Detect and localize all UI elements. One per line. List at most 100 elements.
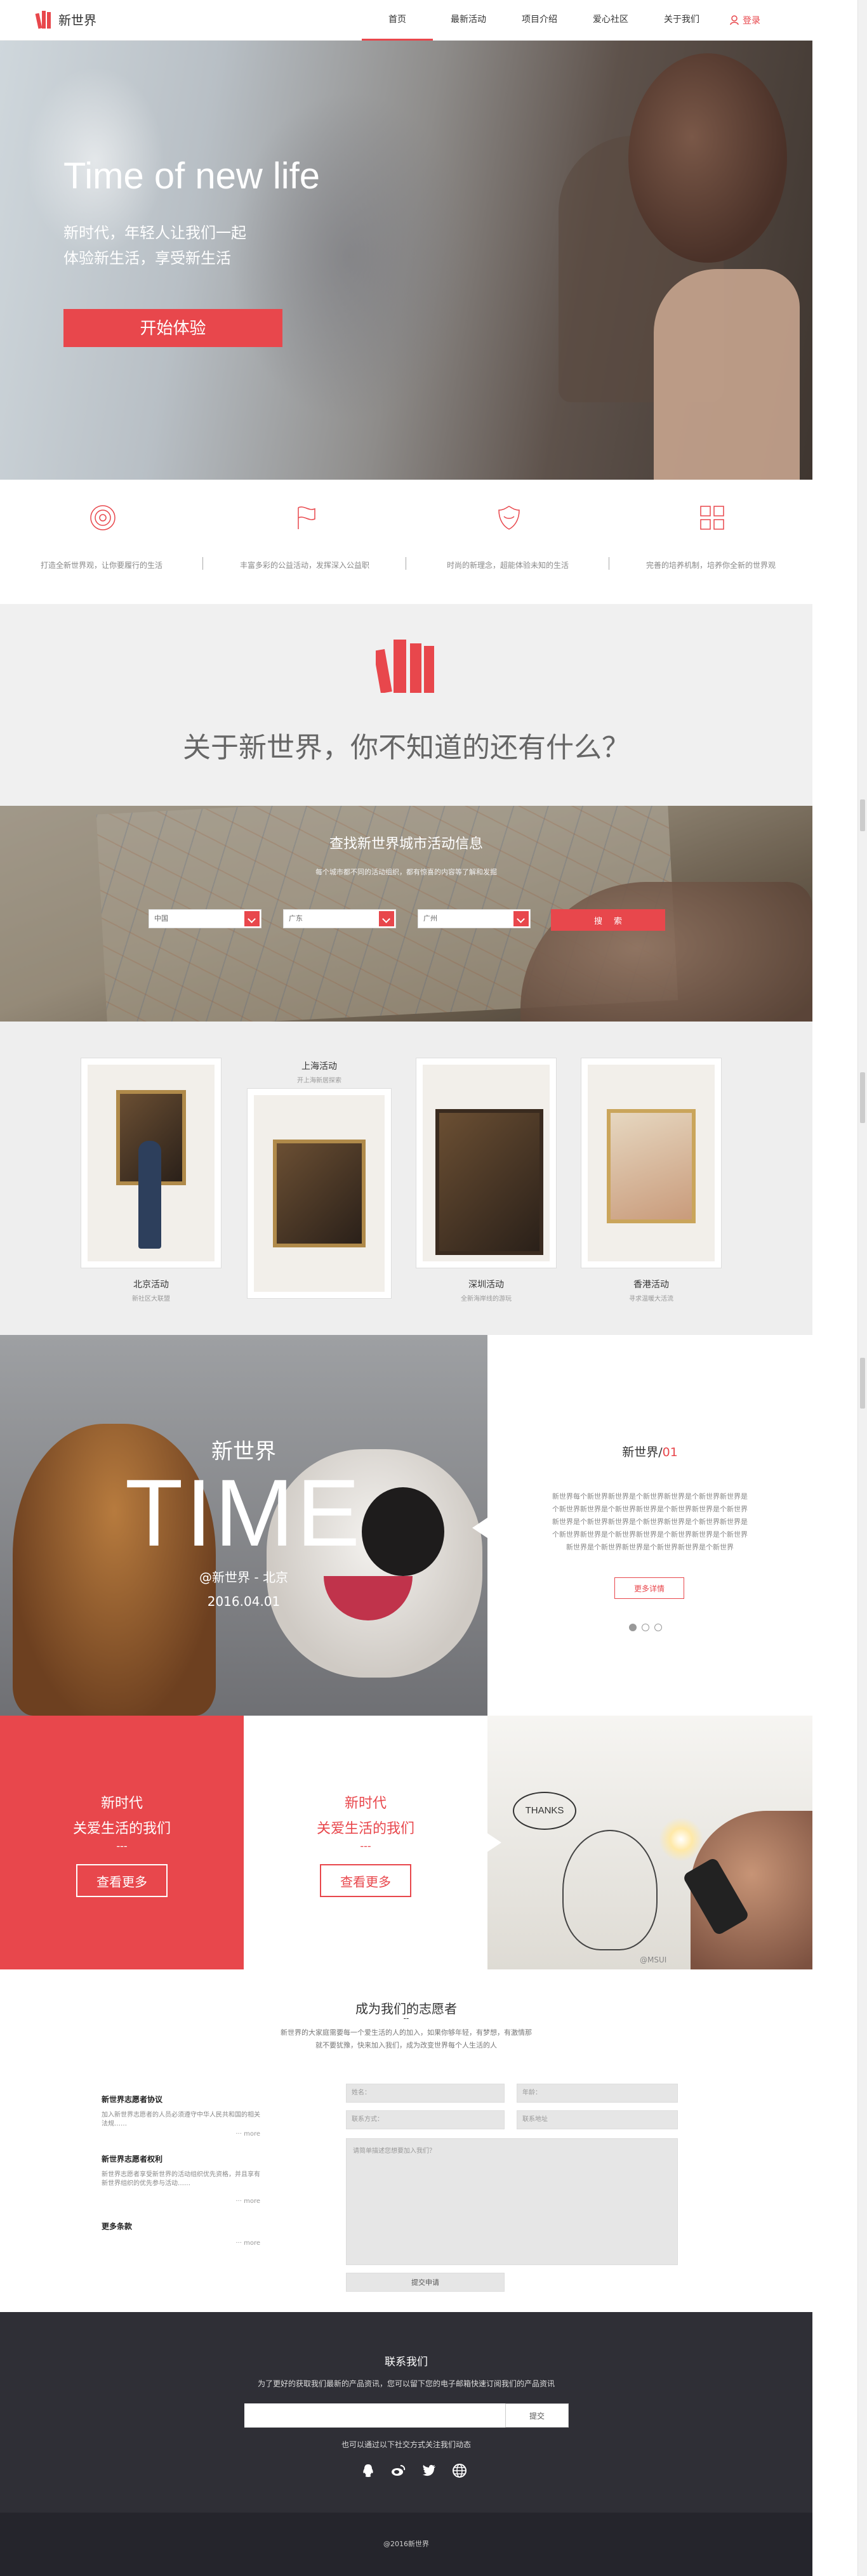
submit-application-button[interactable]: 提交申请	[346, 2273, 505, 2292]
hero-aisle	[228, 91, 470, 421]
scrollbar-thumb[interactable]	[860, 799, 865, 831]
books-logo-icon	[35, 10, 52, 29]
weibo-icon[interactable]	[391, 2463, 406, 2478]
carousel-dots	[629, 1624, 667, 1631]
hero-banner: Time of new life 新时代，年轻人让我们一起 体验新生活，享受新生…	[0, 41, 812, 480]
feature-text: 丰富多彩的公益活动，发挥深入公益职	[239, 561, 369, 570]
carousel-dot[interactable]	[654, 1624, 662, 1631]
thanks-bubble: THANKS	[513, 1792, 576, 1830]
page-footer: @2016新世界	[0, 2513, 812, 2576]
top-header: 新世界 首页 最新活动 项目介绍 爱心社区 关于我们 登录	[0, 0, 812, 41]
event-card-shanghai[interactable]: 上海活动 开上海新居探索	[248, 1060, 391, 1326]
scrollbar-marker	[860, 1072, 865, 1123]
country-select[interactable]: 中国	[149, 909, 261, 928]
start-experience-button[interactable]: 开始体验	[63, 309, 282, 347]
volunteer-subtitle: 新世界的大家庭需要每一个爱生活的人的加入，如果你够年轻，有梦想，有激情那就不要犹…	[281, 2028, 532, 2049]
panel-title-text: 新世界/	[622, 1445, 663, 1459]
page-scrollbar[interactable]	[857, 0, 867, 2576]
more-details-button[interactable]: 更多详情	[614, 1577, 684, 1599]
hero-passenger-arm	[654, 269, 800, 480]
email-input[interactable]	[244, 2403, 548, 2428]
info-body: 新世界志愿者享受新世界的活动组织优先资格，并且享有新世界组织的优先参与活动……	[102, 2171, 260, 2187]
feature-text: 时尚的新理念，超能体验未知的生活	[446, 561, 569, 570]
search-subtitle: 每个城市都不同的活动组织，都有惊喜的内容等了解和发掘	[315, 868, 497, 876]
twitter-icon[interactable]	[421, 2463, 437, 2478]
copyright: @2016新世界	[383, 2540, 429, 2548]
event-photo	[581, 1058, 721, 1268]
feature-item: 打造全新世界观，让你要履行的生活	[0, 480, 203, 604]
event-art	[423, 1065, 550, 1261]
message-textarea[interactable]: 请简单描述您想要加入我们？	[346, 2138, 678, 2265]
panel-pointer	[472, 1518, 487, 1538]
time-info-panel: 新世界/01 新世界每个新世界新世界是个新世界新世界是个新世界新世界是个新世界新…	[472, 1335, 812, 1716]
life-line1: 新时代	[344, 1796, 387, 1811]
info-body: 加入新世界志愿者的人员必须遵守中华人民共和国的相关法规……	[102, 2112, 260, 2127]
email-submit-button[interactable]: 提交	[505, 2403, 569, 2428]
country-value: 中国	[154, 914, 168, 923]
nav-project-intro[interactable]: 项目介绍	[504, 0, 575, 41]
scrollbar-marker	[860, 1358, 865, 1409]
chevron-down-icon	[244, 911, 260, 926]
login-label: 登录	[743, 16, 760, 26]
view-more-button[interactable]: 查看更多	[76, 1864, 168, 1897]
address-field[interactable]: 联系地址	[517, 2110, 678, 2129]
event-card-hongkong[interactable]: 香港活动 寻求温暖大活流	[581, 1058, 721, 1312]
contact-field[interactable]: 联系方式：	[346, 2110, 505, 2129]
hero-subtitle-line2: 体验新生活，享受新生活	[63, 249, 231, 267]
hero-subtitle-line1: 新时代，年轻人让我们一起	[63, 224, 246, 242]
province-value: 广东	[289, 914, 303, 923]
event-photo	[416, 1058, 556, 1268]
more-label: more	[244, 2198, 260, 2205]
logo-text: 新世界	[58, 13, 96, 28]
carousel-dot[interactable]	[629, 1624, 637, 1631]
flame-glow	[659, 1817, 703, 1862]
social-note: 也可以通过以下社交方式关注我们动态	[341, 2440, 471, 2449]
life-line2: 关爱生活的我们	[72, 1821, 171, 1837]
nav-love-community[interactable]: 爱心社区	[575, 0, 646, 41]
event-desc: 开上海新居探索	[297, 1077, 341, 1084]
event-art	[588, 1065, 715, 1261]
life-dash: ---	[116, 1840, 128, 1852]
event-card-shenzhen[interactable]: 深圳活动 全新海岸线的游玩	[416, 1058, 556, 1312]
nav-about-us[interactable]: 关于我们	[646, 0, 717, 41]
contact-subtitle: 为了更好的获取我们最新的产品资讯，您可以留下您的电子邮箱快速订阅我们的产品资讯	[257, 2379, 555, 2388]
contact-title: 联系我们	[385, 2356, 428, 2369]
features-row: 打造全新世界观，让你要履行的生活 丰富多彩的公益活动，发挥深入公益职 时尚的新理…	[0, 480, 812, 604]
event-art	[88, 1065, 215, 1261]
about-title: 关于新世界，你不知道的还有什么？	[183, 732, 630, 764]
event-card-beijing[interactable]: 北京活动 新社区大联盟	[81, 1058, 221, 1312]
chevron-down-icon	[513, 911, 529, 926]
search-button[interactable]: 搜索	[551, 909, 665, 931]
feature-item: 时尚的新理念，超能体验未知的生活	[406, 480, 609, 604]
nav-home[interactable]: 首页	[362, 0, 433, 41]
chevron-down-icon	[379, 911, 394, 926]
city-search-section: 查找新世界城市活动信息 每个城市都不同的活动组织，都有惊喜的内容等了解和发掘 中…	[0, 806, 812, 1022]
feature-text: 完善的培养机制，培养你全新的世界观	[645, 561, 776, 570]
info-block-terms: 更多条款 ··· more	[102, 2221, 260, 2252]
more-link[interactable]: ··· more	[235, 2131, 260, 2138]
site-logo[interactable]: 新世界	[35, 10, 96, 29]
painting	[435, 1109, 543, 1255]
more-link[interactable]: ··· more	[235, 2198, 260, 2205]
login-link[interactable]: 登录	[730, 14, 760, 27]
name-field[interactable]: 姓名：	[346, 2084, 505, 2103]
qq-icon[interactable]	[361, 2463, 376, 2478]
globe-icon[interactable]	[452, 2463, 467, 2478]
feature-item: 完善的培养机制，培养你全新的世界观	[609, 480, 812, 604]
carousel-dot[interactable]	[642, 1624, 649, 1631]
province-select[interactable]: 广东	[283, 909, 396, 928]
city-select[interactable]: 广州	[418, 909, 531, 928]
life-dash: ---	[360, 1840, 371, 1852]
photo-pointer	[487, 1832, 501, 1853]
event-photo	[248, 1089, 391, 1298]
more-label: more	[244, 2131, 260, 2138]
nav-latest-events[interactable]: 最新活动	[433, 0, 504, 41]
life-card-red: 新时代 关爱生活的我们 --- 查看更多	[0, 1716, 244, 1969]
books-icon	[376, 640, 434, 693]
user-icon	[730, 15, 739, 25]
view-more-button[interactable]: 查看更多	[320, 1864, 411, 1897]
main-nav: 首页 最新活动 项目介绍 爱心社区 关于我们	[362, 0, 717, 41]
panel-body: 新世界每个新世界新世界是个新世界新世界是个新世界新世界是个新世界新世界是个新世界…	[552, 1492, 748, 1551]
more-link[interactable]: ··· more	[235, 2240, 260, 2247]
age-field[interactable]: 年龄：	[517, 2084, 678, 2103]
